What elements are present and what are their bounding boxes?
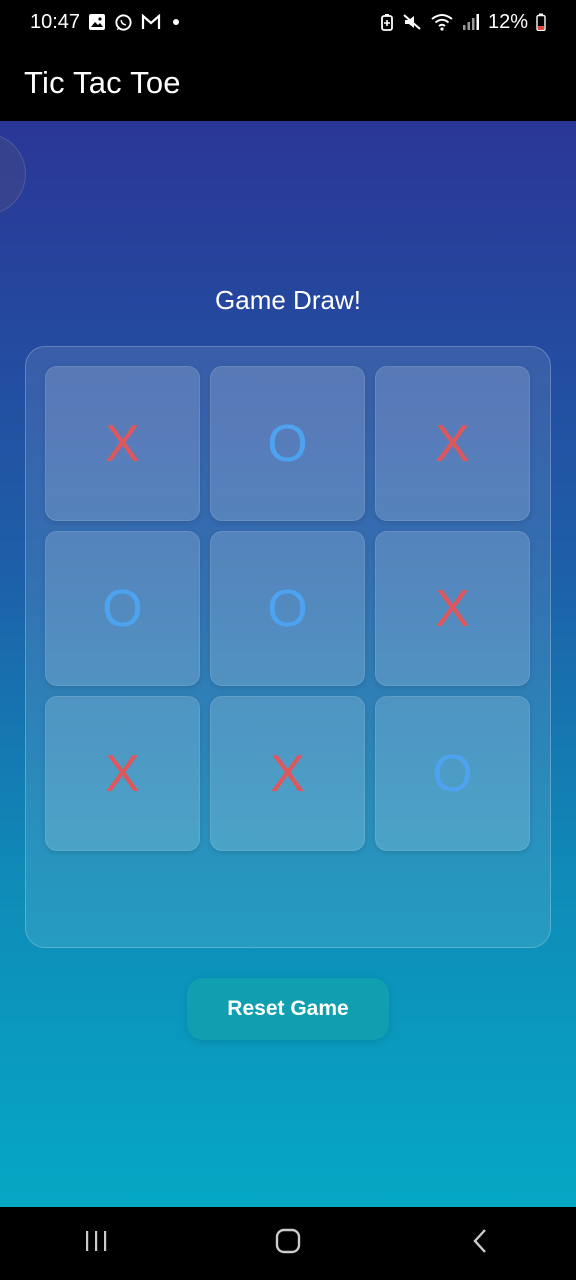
mute-icon	[402, 13, 422, 31]
status-right: 12%	[380, 11, 546, 34]
battery-icon	[536, 13, 546, 31]
home-icon	[275, 1228, 301, 1259]
home-button[interactable]	[248, 1214, 328, 1274]
board-cell-2-1[interactable]: X	[210, 696, 365, 851]
reset-game-button[interactable]: Reset Game	[187, 978, 389, 1040]
board-cell-1-1[interactable]: O	[210, 531, 365, 686]
back-button[interactable]	[440, 1214, 520, 1274]
status-time: 10:47	[30, 10, 81, 33]
board-cell-0-0[interactable]: X	[45, 366, 200, 521]
recents-button[interactable]	[56, 1214, 136, 1274]
back-icon	[470, 1228, 490, 1259]
board-cell-0-2[interactable]: X	[375, 366, 530, 521]
battery-saver-icon	[380, 13, 394, 31]
status-bar: 10:47 12%	[0, 0, 576, 44]
app-title: Tic Tac Toe	[24, 64, 181, 100]
whatsapp-icon	[114, 13, 133, 32]
floating-circle-button[interactable]	[0, 133, 26, 215]
game-board: X O X O O X X X O	[45, 366, 530, 851]
board-cell-1-2[interactable]: X	[375, 531, 530, 686]
notification-dot-icon	[173, 19, 180, 25]
board-panel: X O X O O X X X O	[25, 346, 551, 948]
board-cell-1-0[interactable]: O	[45, 531, 200, 686]
signal-icon	[462, 13, 480, 31]
screen: 10:47 12% Tic Tac Toe Game Draw! X O X O…	[0, 0, 576, 1280]
board-cell-2-0[interactable]: X	[45, 696, 200, 851]
wifi-icon	[430, 13, 454, 31]
game-content: Game Draw! X O X O O X X X O Reset Game	[0, 121, 576, 1207]
board-cell-0-1[interactable]: O	[210, 366, 365, 521]
board-cell-2-2[interactable]: O	[375, 696, 530, 851]
gmail-icon	[141, 14, 161, 30]
app-bar: Tic Tac Toe	[0, 44, 576, 121]
battery-percentage: 12%	[487, 10, 528, 33]
navigation-bar	[0, 1207, 576, 1280]
gallery-icon	[88, 13, 106, 31]
game-status-text: Game Draw!	[215, 285, 361, 315]
status-left: 10:47	[30, 10, 180, 34]
recents-icon	[83, 1229, 109, 1258]
